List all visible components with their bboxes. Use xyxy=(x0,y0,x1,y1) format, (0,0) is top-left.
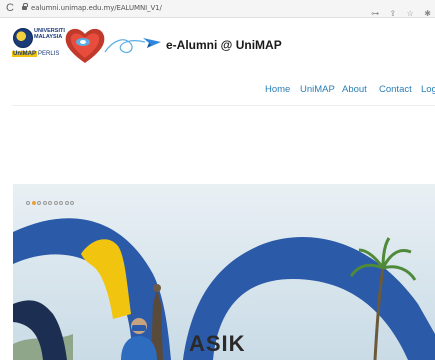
slider-dot[interactable] xyxy=(42,201,47,205)
slide-sign-text: ASIK xyxy=(189,331,246,356)
university-line: PERLIS xyxy=(38,51,60,57)
browser-address-bar: C ealumni.unimap.edu.my/EALUMNI_V1/ ⊶ ⇪ … xyxy=(0,0,435,18)
paper-plane-swirl-icon xyxy=(104,38,161,54)
star-icon[interactable]: ☆ xyxy=(407,9,414,19)
main-nav: Home UniMAP About Contact Login xyxy=(0,84,435,98)
slider-dot[interactable] xyxy=(64,201,69,205)
puzzle-icon[interactable]: ✱ xyxy=(424,9,431,19)
slider-dots xyxy=(26,201,76,207)
key-icon[interactable]: ⊶ xyxy=(371,9,379,19)
nav-item-contact[interactable]: Contact xyxy=(379,84,412,96)
nav-item-about[interactable]: About xyxy=(342,84,367,96)
university-name: UNIVERSITI MALAYSIA xyxy=(34,28,65,40)
url-text[interactable]: ealumni.unimap.edu.my/EALUMNI_V1/ xyxy=(31,3,162,13)
university-line: MALAYSIA xyxy=(34,34,63,40)
nav-item-unimap[interactable]: UniMAP xyxy=(300,84,335,96)
slider-dot[interactable] xyxy=(26,201,30,205)
slider-dot[interactable] xyxy=(59,201,63,205)
nav-divider xyxy=(12,105,435,106)
browser-icons: ⊶ ⇪ ☆ ✱ xyxy=(365,3,431,21)
unimap-wordmark-text: UniMAP xyxy=(12,51,37,57)
slider-dot[interactable] xyxy=(70,201,74,205)
reload-icon[interactable]: C xyxy=(6,2,14,14)
slider-dot[interactable] xyxy=(53,201,58,205)
unimap-wordmark: UniMAP PERLIS xyxy=(12,51,59,57)
share-icon[interactable]: ⇪ xyxy=(390,9,397,19)
nav-item-home[interactable]: Home xyxy=(265,84,290,96)
lock-icon xyxy=(22,3,28,10)
slider-dot[interactable] xyxy=(37,201,41,205)
nav-item-login[interactable]: Login xyxy=(421,84,435,96)
crest-icon xyxy=(13,28,33,48)
slider-dot[interactable] xyxy=(48,201,52,205)
slider-dot-active[interactable] xyxy=(31,201,36,205)
site-title[interactable]: e-Alumni @ UniMAP xyxy=(166,38,282,52)
hero-slider[interactable]: ASIK xyxy=(13,184,435,360)
alumni-heart-icon xyxy=(65,28,105,63)
university-logo[interactable]: UNIVERSITI MALAYSIA UniMAP PERLIS xyxy=(11,27,65,63)
